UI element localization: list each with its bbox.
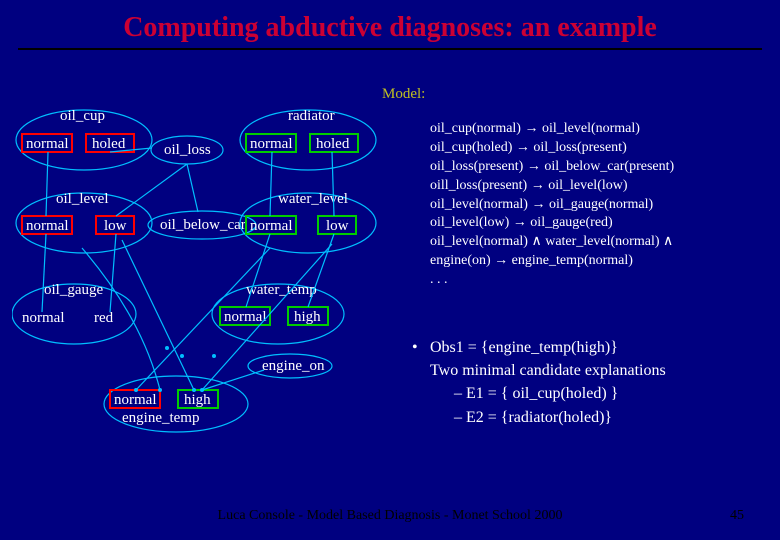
node-oil-cup-v2: holed (92, 136, 126, 152)
node-oil-gauge-v2: red (94, 310, 114, 326)
node-engine-temp-title: engine_temp (122, 410, 199, 426)
footer-page-number: 45 (730, 508, 744, 524)
node-oil-level-title: oil_level (56, 191, 109, 207)
node-water-temp-v2: high (294, 309, 321, 325)
obs-line2: Two minimal candidate explanations (430, 362, 666, 379)
node-oil-gauge-v1: normal (22, 310, 65, 326)
node-water-level-title: water_level (278, 191, 348, 207)
footer-center: Luca Console - Model Based Diagnosis - M… (0, 508, 780, 524)
model-rules: oil_cup(normal) → oil_level(normal) oil_… (430, 120, 674, 290)
node-oil-level-v2: low (104, 218, 127, 234)
rule: oil_level(low) → oil_gauge(red) (430, 214, 674, 233)
node-water-temp-v1: normal (224, 309, 267, 325)
rule: . . . (430, 271, 674, 290)
node-oil-cup-v1: normal (26, 136, 69, 152)
rule: oil_level(normal) → oil_gauge(normal) (430, 196, 674, 215)
obs-line1: Obs1 = {engine_temp(high)} (430, 339, 618, 356)
diagram: Model: oil_cup normal holed oil_loss rad… (12, 88, 432, 508)
node-engine-temp-v2: high (184, 392, 211, 408)
rule: oill_loss(present) → oil_level(low) (430, 177, 674, 196)
node-water-temp-title: water_temp (246, 282, 317, 298)
node-engine-on-title: engine_on (262, 358, 325, 374)
node-oil-gauge-title: oil_gauge (44, 282, 103, 298)
obs-e1: – E1 = { oil_cup(holed) } (454, 382, 666, 405)
node-oil-cup-title: oil_cup (60, 108, 105, 124)
node-radiator-title: radiator (288, 108, 335, 124)
model-label: Model: (382, 88, 425, 102)
node-radiator-v1: normal (250, 136, 293, 152)
observations: •Obs1 = {engine_temp(high)} Two minimal … (430, 336, 666, 429)
rule: oil_cup(normal) → oil_level(normal) (430, 120, 674, 139)
rule: engine(on) → engine_temp(normal) (430, 252, 674, 271)
node-water-level-v1: normal (250, 218, 293, 234)
node-oil-below-car-title: oil_below_car (160, 217, 246, 233)
node-water-level-v2: low (326, 218, 349, 234)
node-oil-loss-title: oil_loss (164, 142, 211, 158)
node-engine-temp-v1: normal (114, 392, 157, 408)
rule: oil_level(normal) ∧ water_level(normal) … (430, 233, 674, 252)
rule: oil_loss(present) → oil_below_car(presen… (430, 158, 674, 177)
node-radiator-v2: holed (316, 136, 350, 152)
obs-e2: – E2 = {radiator(holed)} (454, 406, 666, 429)
page-title: Computing abductive diagnoses: an exampl… (18, 12, 762, 50)
node-oil-level-v1: normal (26, 218, 69, 234)
rule: oil_cup(holed) → oil_loss(present) (430, 139, 674, 158)
